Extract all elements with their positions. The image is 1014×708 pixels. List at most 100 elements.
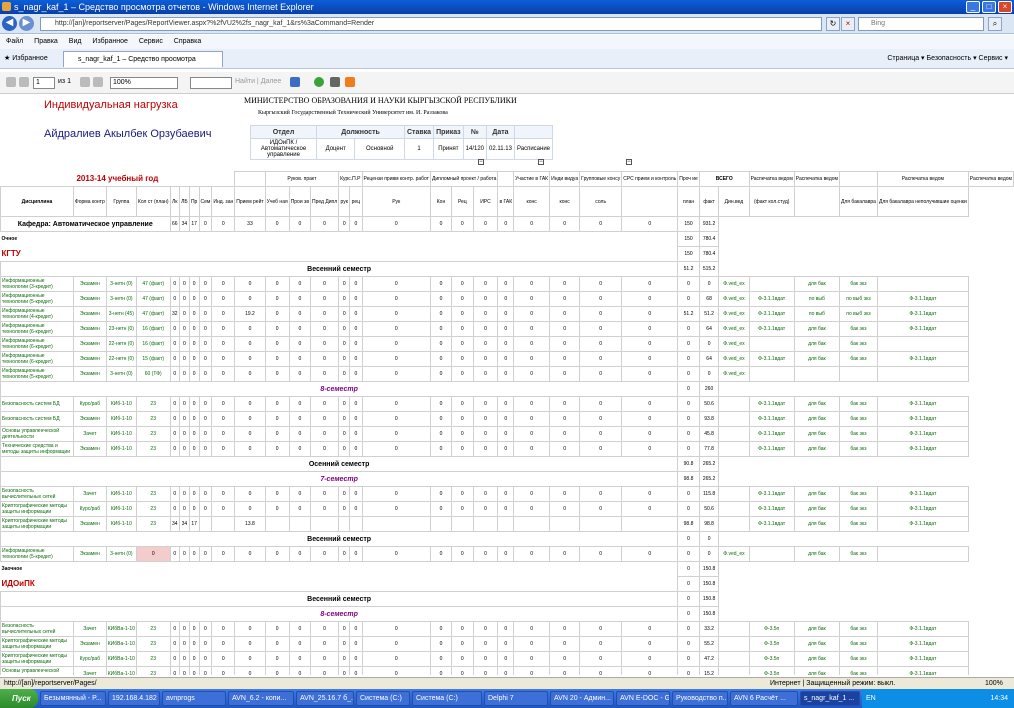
print-link[interactable]: бак экз — [839, 441, 878, 457]
taskbar-item[interactable]: AVN E-DOC - Go... — [616, 691, 670, 706]
print-link[interactable] — [718, 441, 750, 457]
print-link[interactable]: для бак — [793, 516, 841, 532]
print-icon[interactable] — [330, 77, 340, 87]
print-link[interactable]: Ф.ved_ex — [718, 276, 750, 292]
print-link[interactable] — [876, 546, 969, 562]
print-link[interactable]: Ф-3.1.1вдат — [748, 291, 795, 307]
menu-file[interactable]: Файл — [6, 38, 23, 45]
print-link[interactable]: Ф-3.1.1вдат — [876, 291, 969, 307]
taskbar-item[interactable]: avnprogs — [162, 691, 226, 706]
print-link[interactable]: Ф-3.1.1вдат — [876, 441, 969, 457]
taskbar-item[interactable]: s_nagr_kaf_1 ... — [800, 691, 860, 706]
print-link[interactable]: Ф-3.1.1вдат — [748, 426, 795, 442]
menu-edit[interactable]: Правка — [34, 38, 58, 45]
print-link[interactable]: Ф.ved_ex — [718, 546, 750, 562]
url-field[interactable]: http://[an]/reportserver/Pages/ReportVie… — [40, 17, 822, 31]
print-link[interactable]: Ф-3.1.1вдат — [876, 651, 969, 667]
print-link[interactable]: бак экз — [839, 411, 878, 427]
export-icon[interactable] — [290, 77, 300, 87]
taskbar-item[interactable]: AVN_25.16.7 б_... — [296, 691, 354, 706]
print-link[interactable]: для бак — [793, 351, 841, 367]
search-input[interactable]: Bing — [858, 17, 984, 31]
print-link[interactable] — [876, 276, 969, 292]
print-link[interactable]: по выб экз — [839, 306, 878, 322]
print-link[interactable]: Ф-3.1.1вдат — [876, 501, 969, 517]
print-link[interactable]: для бак — [793, 621, 841, 637]
print-link[interactable]: по выб экз — [839, 291, 878, 307]
print-link[interactable]: Ф-3.1.1вдат — [876, 426, 969, 442]
print-link[interactable]: для бак — [793, 426, 841, 442]
expand-icon[interactable]: − — [478, 159, 484, 165]
search-icon[interactable]: ⌕ — [988, 17, 1002, 31]
print-link[interactable]: для бак — [793, 396, 841, 412]
start-button[interactable]: Пуск — [0, 689, 38, 708]
print-link[interactable] — [718, 501, 750, 517]
print-link[interactable]: для бак — [793, 411, 841, 427]
print-link[interactable]: для бак — [793, 486, 841, 502]
print-link[interactable]: для бак — [793, 636, 841, 652]
print-link[interactable] — [876, 366, 969, 382]
print-link[interactable]: бак экз — [839, 516, 878, 532]
print-link[interactable]: Ф-3.1.1вдат — [876, 411, 969, 427]
taskbar-item[interactable]: 192.168.4.182 -... — [108, 691, 160, 706]
pos-schedule-link[interactable]: Расписание — [513, 138, 554, 160]
print-link[interactable]: бак экз — [839, 336, 878, 352]
print-link[interactable] — [718, 486, 750, 502]
expand-icon[interactable]: − — [626, 159, 632, 165]
taskbar-item[interactable]: Система (C:) — [356, 691, 410, 706]
print-link[interactable]: для бак — [793, 441, 841, 457]
print-link[interactable] — [793, 366, 841, 382]
zoom-select[interactable]: 100% — [110, 77, 178, 89]
menu-favorites[interactable]: Избранное — [92, 38, 127, 45]
print-link[interactable]: Ф-3.1.1вдат — [876, 396, 969, 412]
print-link[interactable]: по выб — [793, 306, 841, 322]
print-link[interactable]: Ф-3.1.1вдат — [748, 396, 795, 412]
find-link[interactable]: Найти | Далее — [235, 78, 281, 85]
print-link[interactable] — [748, 336, 795, 352]
print-link[interactable]: бак экз — [839, 396, 878, 412]
print-link[interactable]: для бак — [793, 336, 841, 352]
print-link[interactable]: Ф-3.1.1вдат — [876, 666, 969, 675]
print-link[interactable]: Ф-3.5п — [748, 666, 795, 675]
taskbar-item[interactable]: AVN 20 - Админ... — [550, 691, 614, 706]
print-link[interactable] — [748, 276, 795, 292]
print-link[interactable]: бак экз — [839, 276, 878, 292]
minimize-button[interactable]: _ — [966, 1, 980, 13]
print-link[interactable]: Ф.ved_ex — [718, 291, 750, 307]
close-button[interactable]: × — [998, 1, 1012, 13]
print-link[interactable]: бак экз — [839, 636, 878, 652]
print-link[interactable]: бак экз — [839, 546, 878, 562]
print-link[interactable] — [718, 666, 750, 675]
print-link[interactable] — [718, 636, 750, 652]
print-link[interactable]: Ф-3.1.1вдат — [748, 321, 795, 337]
print-link[interactable]: для бак — [793, 651, 841, 667]
menu-view[interactable]: Вид — [69, 38, 82, 45]
language-indicator[interactable]: EN — [866, 695, 876, 702]
print-link[interactable]: Ф-3.1.1вдат — [876, 621, 969, 637]
print-link[interactable]: Ф-3.1.1вдат — [748, 441, 795, 457]
expand-icon[interactable]: − — [538, 159, 544, 165]
refresh-report-icon[interactable] — [314, 77, 324, 87]
print-link[interactable] — [718, 426, 750, 442]
print-link[interactable]: бак экз — [839, 351, 878, 367]
print-link[interactable]: по выб — [793, 291, 841, 307]
print-link[interactable]: Ф-3.1.1вдат — [748, 306, 795, 322]
taskbar-item[interactable]: AVN 6 Расчёт ... — [730, 691, 798, 706]
print-link[interactable] — [748, 546, 795, 562]
print-link[interactable]: Ф-3.1.1вдат — [748, 351, 795, 367]
print-link[interactable]: Ф-3.1.1вдат — [876, 636, 969, 652]
print-link[interactable]: Ф-3.5п — [748, 621, 795, 637]
print-link[interactable]: Ф-3.1.1вдат — [748, 486, 795, 502]
print-link[interactable] — [748, 366, 795, 382]
print-link[interactable]: для бак — [793, 321, 841, 337]
taskbar-item[interactable]: Безымянный - P... — [40, 691, 106, 706]
print-link[interactable]: для бак — [793, 501, 841, 517]
print-link[interactable]: бак экз — [839, 486, 878, 502]
print-link[interactable]: Ф-3.1.1вдат — [876, 351, 969, 367]
print-link[interactable] — [718, 621, 750, 637]
print-link[interactable]: для бак — [793, 276, 841, 292]
print-link[interactable]: бак экз — [839, 621, 878, 637]
print-link[interactable]: Ф-3.1.1вдат — [876, 516, 969, 532]
first-page-icon[interactable] — [6, 77, 16, 87]
print-link[interactable]: бак экз — [839, 501, 878, 517]
